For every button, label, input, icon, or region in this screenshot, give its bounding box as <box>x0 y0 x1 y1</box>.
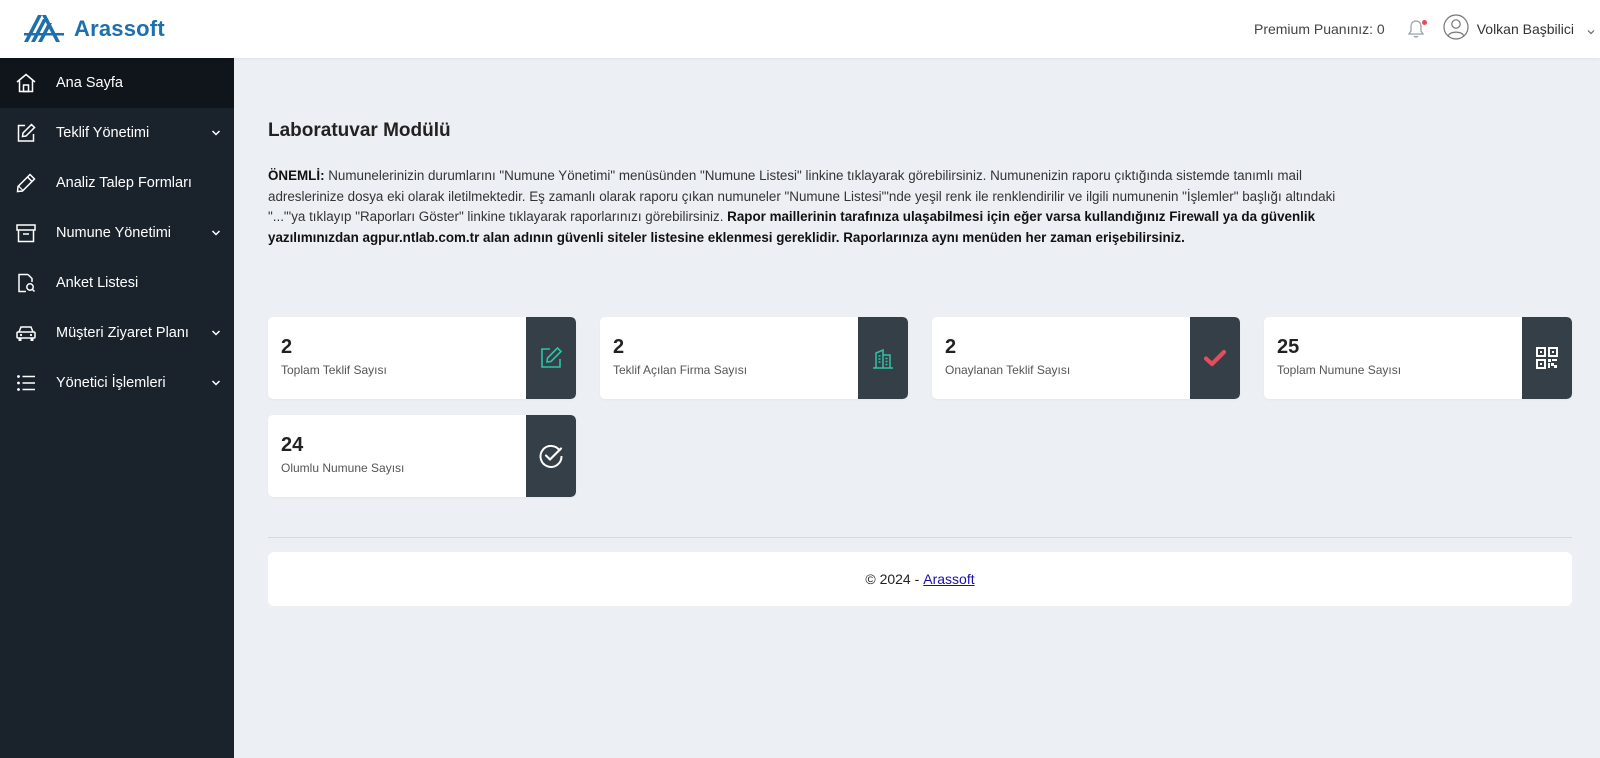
sidebar-item-label: Teklif Yönetimi <box>56 125 150 141</box>
list-icon <box>15 372 37 394</box>
page-title: Laboratuvar Modülü <box>268 120 451 141</box>
divider <box>268 537 1572 538</box>
stat-label: Toplam Numune Sayısı <box>1277 363 1402 377</box>
sidebar-item-label: Ana Sayfa <box>56 75 123 91</box>
sidebar-item-analiz-talep-formlari[interactable]: Analiz Talep Formları <box>0 158 234 208</box>
home-icon <box>15 72 37 94</box>
important-notice: ÖNEMLİ: Numunelerinizin durumlarını "Num… <box>268 166 1348 248</box>
avatar <box>1443 13 1469 45</box>
sidebar-item-musteri-ziyaret-plani[interactable]: Müşteri Ziyaret Planı <box>0 308 234 358</box>
footer-copyright: © 2024 - <box>865 571 920 587</box>
edit-icon <box>15 122 37 144</box>
stat-label: Olumlu Numune Sayısı <box>281 461 405 475</box>
logo-icon <box>24 11 68 48</box>
sidebar-item-label: Yönetici İşlemleri <box>56 375 166 391</box>
sidebar-item-label: Analiz Talep Formları <box>56 175 192 191</box>
stat-value: 25 <box>1277 336 1300 358</box>
notification-dot <box>1421 20 1427 25</box>
stat-value: 2 <box>281 336 293 358</box>
footer-link-arassoft[interactable]: Arassoft <box>923 571 974 587</box>
stat-label: Toplam Teklif Sayısı <box>281 363 387 377</box>
stat-value: 2 <box>945 336 957 358</box>
notice-prefix: ÖNEMLİ: <box>268 168 325 183</box>
stat-card-teklif-acilan-firma[interactable]: 2 Teklif Açılan Firma Sayısı <box>600 317 908 399</box>
sidebar-item-teklif-yonetimi[interactable]: Teklif Yönetimi <box>0 108 234 158</box>
qr-code-icon <box>1522 317 1572 399</box>
stat-label: Onaylanan Teklif Sayısı <box>945 363 1071 377</box>
pencil-icon <box>15 172 37 194</box>
sidebar-item-numune-yonetimi[interactable]: Numune Yönetimi <box>0 208 234 258</box>
chevron-down-icon <box>210 377 222 389</box>
sidebar-item-ana-sayfa[interactable]: Ana Sayfa <box>0 58 234 108</box>
chevron-down-icon <box>210 227 222 239</box>
chevron-down-icon <box>210 127 222 139</box>
check-circle-icon <box>526 415 576 497</box>
chevron-down-icon <box>210 327 222 339</box>
premium-points: Premium Puanınız: 0 <box>1253 21 1385 37</box>
survey-icon <box>15 272 37 294</box>
sidebar-item-label: Numune Yönetimi <box>56 225 171 241</box>
car-icon <box>15 322 37 344</box>
stat-value: 24 <box>281 434 304 456</box>
user-name: Volkan Başbilici <box>1476 21 1574 37</box>
chevron-down-icon <box>1586 24 1596 35</box>
notification-bell-icon[interactable] <box>1407 18 1427 40</box>
stat-card-olumlu-numune[interactable]: 24 Olumlu Numune Sayısı <box>268 415 576 497</box>
sidebar-item-yonetici-islemleri[interactable]: Yönetici İşlemleri <box>0 358 234 408</box>
sidebar: Ana Sayfa Teklif Yönetimi Analiz Talep F… <box>0 58 234 758</box>
stat-card-toplam-numune[interactable]: 25 Toplam Numune Sayısı <box>1264 317 1572 399</box>
top-header: Arassoft Premium Puanınız: 0 Volkan Başb… <box>0 0 1600 58</box>
user-menu[interactable]: Volkan Başbilici <box>1443 13 1596 45</box>
sidebar-item-anket-listesi[interactable]: Anket Listesi <box>0 258 234 308</box>
stat-value: 2 <box>613 336 625 358</box>
stat-card-toplam-teklif[interactable]: 2 Toplam Teklif Sayısı <box>268 317 576 399</box>
archive-icon <box>15 222 37 244</box>
footer: © 2024 - Arassoft <box>268 552 1572 606</box>
edit-icon <box>526 317 576 399</box>
brand-name: Arassoft <box>74 16 165 41</box>
stat-card-onaylanan-teklif[interactable]: 2 Onaylanan Teklif Sayısı <box>932 317 1240 399</box>
building-icon <box>858 317 908 399</box>
sidebar-item-label: Müşteri Ziyaret Planı <box>56 325 189 341</box>
sidebar-item-label: Anket Listesi <box>56 275 139 291</box>
stat-label: Teklif Açılan Firma Sayısı <box>613 363 748 377</box>
brand-logo[interactable]: Arassoft <box>24 12 165 46</box>
check-icon <box>1190 317 1240 399</box>
